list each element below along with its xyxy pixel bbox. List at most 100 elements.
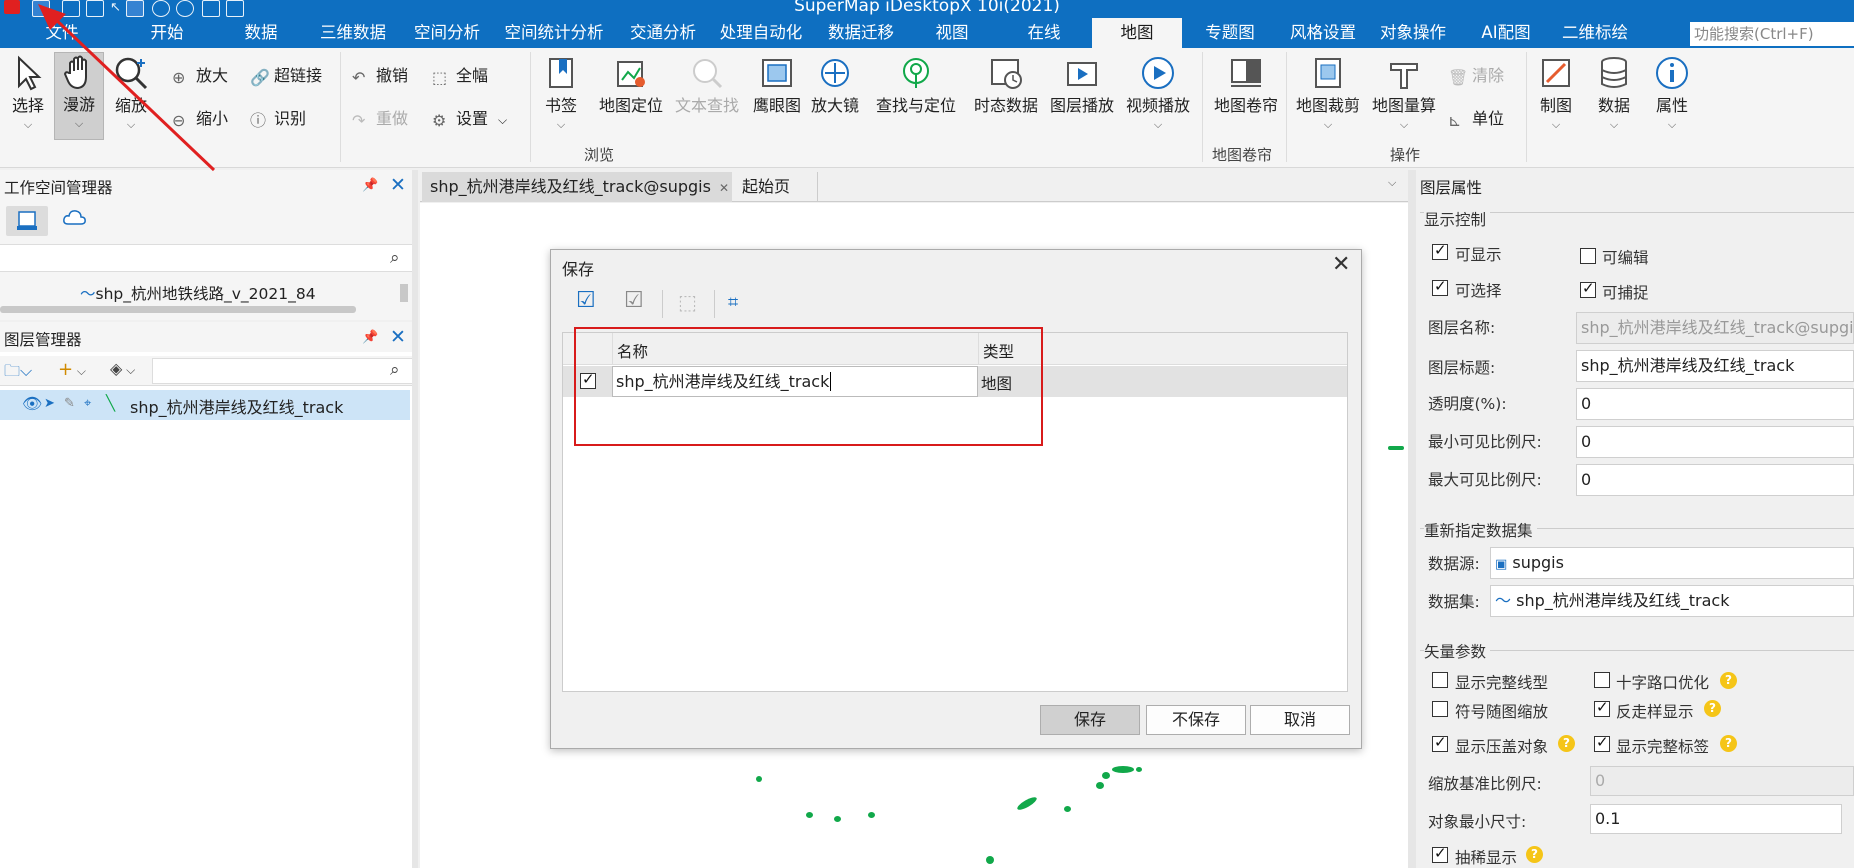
menu-online[interactable]: 在线 <box>1022 18 1066 48</box>
menu-migration[interactable]: 数据迁移 <box>824 18 898 48</box>
full-extent-button[interactable]: ⬚ 全幅 <box>432 62 488 87</box>
settings-button[interactable]: ⚙ 设置 ⌵ <box>432 105 507 130</box>
pin-icon[interactable]: 📌 <box>362 330 378 345</box>
chevron-down-icon[interactable]: ⌵ <box>1592 118 1636 132</box>
data-button[interactable]: 数据 ⌵ <box>1592 54 1636 132</box>
map-swipe-button[interactable]: 地图卷帘 <box>1210 54 1282 116</box>
selectable-icon[interactable]: ➤ <box>44 396 55 411</box>
symbol-scale-checkbox[interactable] <box>1432 701 1448 717</box>
right-splitter[interactable] <box>1408 170 1416 868</box>
help-icon[interactable]: ? <box>1526 846 1543 863</box>
unit-button[interactable]: ⊾ 单位 <box>1448 105 1504 130</box>
new-layer-group-icon[interactable]: 🗀⌵ <box>4 360 32 387</box>
chevron-down-icon[interactable]: ⌵ <box>1650 118 1694 132</box>
function-search-input[interactable]: 功能搜索(Ctrl+F) <box>1690 22 1854 46</box>
map-clip-button[interactable]: 地图裁剪 ⌵ <box>1292 54 1364 132</box>
clear-button[interactable]: 🗑 清除 <box>1448 62 1504 87</box>
visible-checkbox[interactable] <box>1432 241 1448 260</box>
menu-object-ops[interactable]: 对象操作 <box>1376 18 1450 48</box>
save-button[interactable]: 保存 <box>1040 705 1140 735</box>
layer-name-field[interactable]: shp_杭州港岸线及红线_track@supgis <box>1576 312 1854 344</box>
select-all-icon[interactable]: ☑ <box>576 290 602 314</box>
tab-map[interactable]: shp_杭州港岸线及红线_track@supgis ✕ <box>422 172 732 202</box>
menu-map[interactable]: 地图 <box>1092 18 1182 48</box>
help-icon[interactable]: ? <box>1720 672 1737 689</box>
menu-plotting[interactable]: 二维标绘 <box>1558 18 1632 48</box>
add-layer-icon[interactable]: + ⌵ <box>58 359 86 380</box>
min-size-field[interactable]: 0.1 <box>1590 804 1842 834</box>
cancel-button[interactable]: 取消 <box>1250 705 1350 735</box>
help-icon[interactable]: ? <box>1720 735 1737 752</box>
menu-spatial-analysis[interactable]: 空间分析 <box>410 18 484 48</box>
cartography-button[interactable]: 制图 ⌵ <box>1534 54 1578 132</box>
undo-button[interactable]: ↶ 撤销 <box>352 62 408 87</box>
layer-style-icon[interactable]: ◈ ⌵ <box>110 359 135 378</box>
chevron-down-icon[interactable]: ⌵ <box>1368 118 1440 132</box>
max-scale-field[interactable]: 0 <box>1576 464 1854 496</box>
menu-traffic[interactable]: 交通分析 <box>626 18 700 48</box>
chevron-down-icon[interactable]: ⌵ <box>1292 118 1364 132</box>
redo-button[interactable]: ↷ 重做 <box>352 105 408 130</box>
workspace-tree-item[interactable]: 〜shp_杭州地铁线路_v_2021_84 <box>80 282 316 304</box>
properties-button[interactable]: 属性 ⌵ <box>1650 54 1694 132</box>
workspace-search-input[interactable] <box>0 244 414 272</box>
workspace-tab-local[interactable] <box>6 206 48 236</box>
menu-view[interactable]: 视图 <box>930 18 974 48</box>
close-icon[interactable]: ✕ <box>390 176 406 195</box>
find-locate-button[interactable]: 查找与定位 <box>872 54 960 116</box>
help-icon[interactable]: ? <box>1704 700 1721 717</box>
left-splitter[interactable] <box>412 170 418 868</box>
select-invert-icon[interactable]: ☑ <box>624 290 650 314</box>
temporal-data-button[interactable]: 时态数据 <box>970 54 1042 116</box>
full-label-checkbox[interactable] <box>1594 733 1610 752</box>
workspace-tab-cloud[interactable] <box>62 206 94 236</box>
video-play-button[interactable]: 视频播放 ⌵ <box>1122 54 1194 132</box>
save-options-icon[interactable]: ⌗ <box>728 292 738 313</box>
close-icon[interactable]: ✕ <box>390 328 406 347</box>
tabs-dropdown-icon[interactable]: ⌵ <box>1388 176 1396 190</box>
visible-eye-icon[interactable]: 👁 <box>22 394 42 413</box>
selectable-checkbox[interactable] <box>1432 277 1448 296</box>
tab-start[interactable]: 起始页 <box>734 172 818 202</box>
ref-scale-field[interactable]: 0 <box>1590 766 1854 796</box>
help-icon[interactable]: ? <box>1558 735 1575 752</box>
transparency-field[interactable]: 0 <box>1576 388 1854 420</box>
search-icon[interactable]: ⌕ <box>390 360 400 380</box>
chevron-down-icon[interactable]: ⌵ <box>1122 118 1194 132</box>
layer-play-button[interactable]: 图层播放 <box>1046 54 1118 116</box>
workspace-hscrollbar[interactable] <box>0 306 356 313</box>
close-icon[interactable]: ✕ <box>719 181 729 195</box>
chevron-down-icon[interactable]: ⌵ <box>1534 118 1578 132</box>
select-disabled-icon[interactable]: ⬚ <box>678 290 697 314</box>
dont-save-button[interactable]: 不保存 <box>1146 705 1246 735</box>
dialog-close-icon[interactable]: ✕ <box>1332 252 1350 277</box>
workspace-vscrollbar[interactable] <box>400 284 408 302</box>
search-icon[interactable]: ⌕ <box>390 248 400 268</box>
menu-spatial-stats[interactable]: 空间统计分析 <box>502 18 606 48</box>
menu-style[interactable]: 风格设置 <box>1286 18 1360 48</box>
snappable-checkbox[interactable] <box>1580 279 1596 298</box>
layer-name[interactable]: shp_杭州港岸线及红线_track <box>130 394 343 418</box>
menu-3d-data[interactable]: 三维数据 <box>316 18 390 48</box>
magnifier-button[interactable]: 放大镜 <box>808 54 862 116</box>
menu-automation[interactable]: 处理自动化 <box>716 18 806 48</box>
antialias-checkbox[interactable] <box>1594 698 1610 717</box>
snappable-icon[interactable]: ⌖ <box>84 396 91 411</box>
full-linetype-checkbox[interactable] <box>1432 672 1448 688</box>
overlap-checkbox[interactable] <box>1432 733 1448 752</box>
bookmark-button[interactable]: 书签 ⌵ <box>538 54 584 132</box>
layer-search-input[interactable] <box>152 358 414 384</box>
eagle-eye-button[interactable]: 鹰眼图 <box>750 54 804 116</box>
menu-ai-map[interactable]: AI配图 <box>1474 18 1538 48</box>
chevron-down-icon[interactable]: ⌵ <box>538 118 584 132</box>
min-scale-field[interactable]: 0 <box>1576 426 1854 458</box>
editable-checkbox[interactable] <box>1580 248 1596 264</box>
map-locate-button[interactable]: 地图定位 <box>596 54 666 116</box>
thin-display-checkbox[interactable] <box>1432 844 1448 863</box>
map-measure-button[interactable]: 地图量算 ⌵ <box>1368 54 1440 132</box>
editable-icon[interactable]: ✎ <box>64 396 75 411</box>
menu-thematic[interactable]: 专题图 <box>1200 18 1260 48</box>
text-find-button[interactable]: 文本查找 <box>672 54 742 116</box>
hyperlink-button[interactable]: 🔗 超链接 <box>250 62 322 87</box>
layer-caption-field[interactable]: shp_杭州港岸线及红线_track <box>1576 350 1854 382</box>
